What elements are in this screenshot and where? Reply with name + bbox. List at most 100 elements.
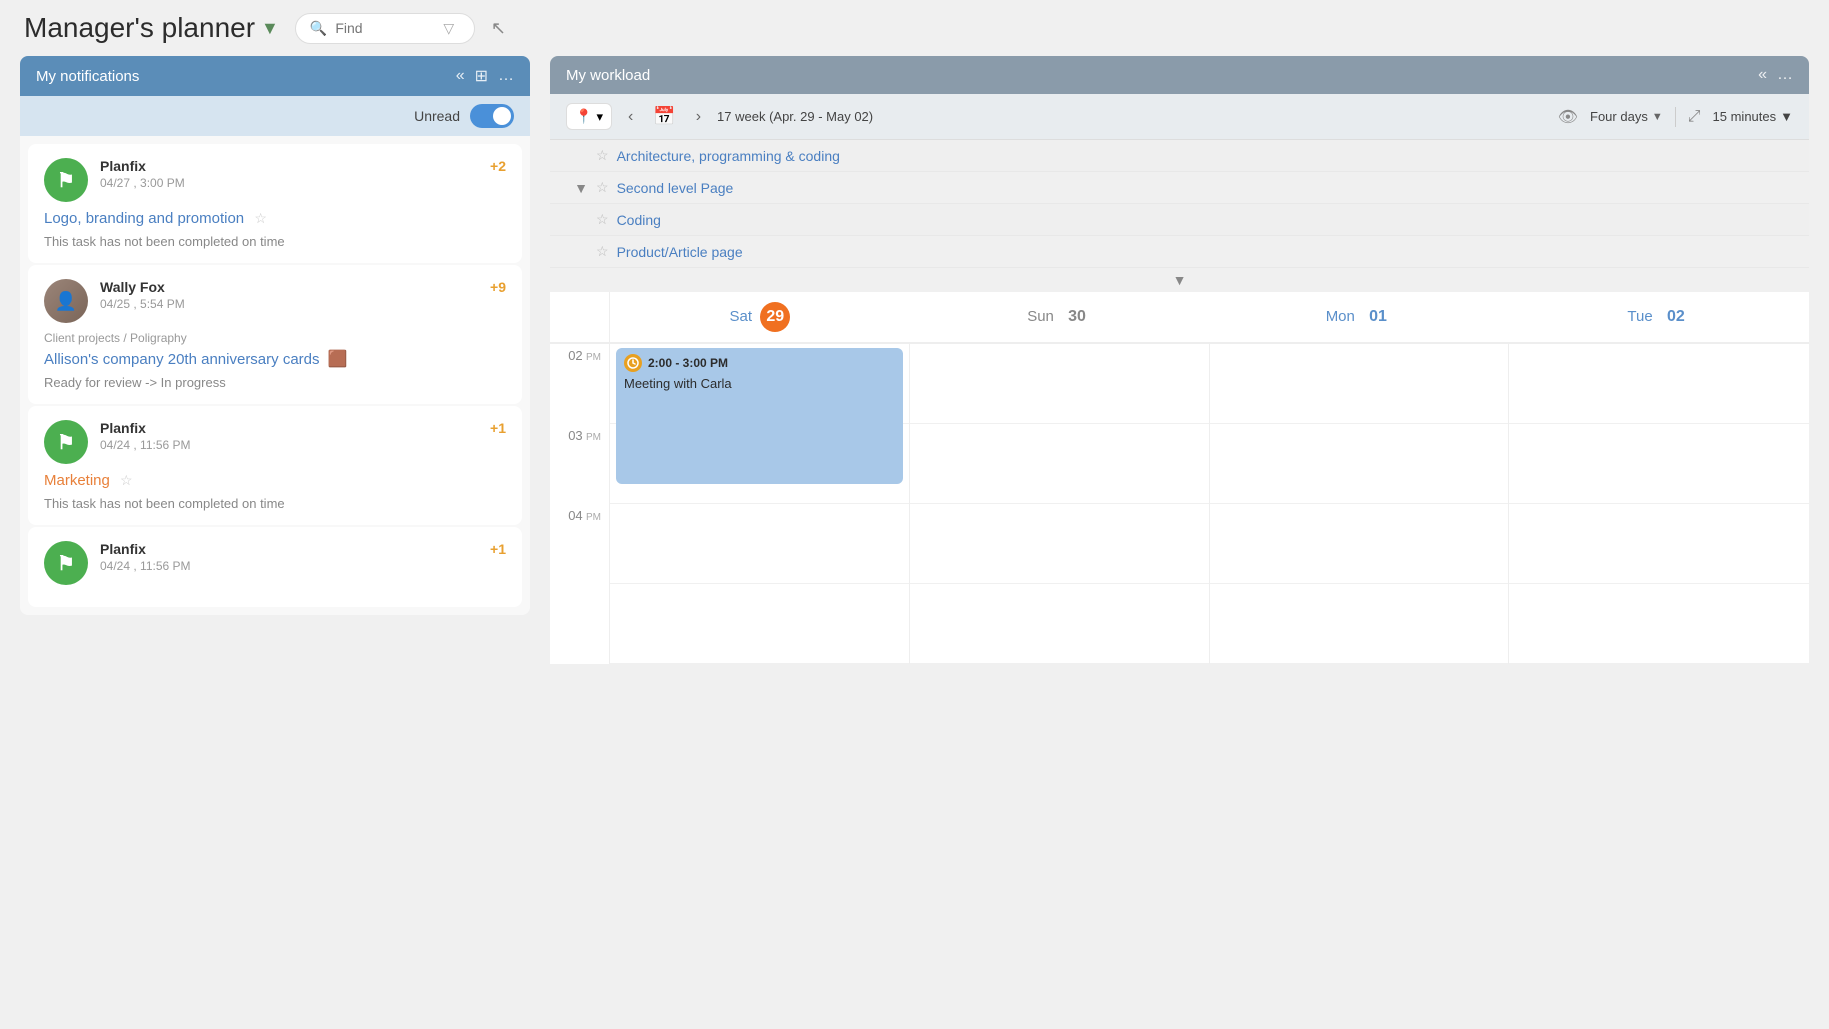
- unread-toggle[interactable]: [470, 104, 514, 128]
- notifications-list: ⚑ Planfix 04/27 , 3:00 PM +2 Logo, brand…: [20, 136, 530, 615]
- star-3[interactable]: ☆: [120, 472, 133, 488]
- task-row-3: ☆ Coding: [550, 204, 1809, 236]
- time-1: 04/27 , 3:00 PM: [100, 176, 478, 190]
- view-dropdown-icon: ▼: [1652, 111, 1663, 123]
- unread-bar: Unread: [20, 96, 530, 136]
- toolbar-divider: [1675, 107, 1676, 127]
- app-title-text: Manager's planner: [24, 12, 255, 44]
- day-num-sat: 29: [760, 302, 790, 332]
- location-dropdown: ▾: [596, 109, 603, 125]
- next-week-button[interactable]: ›: [692, 104, 705, 130]
- day-cell-sat-4: [610, 584, 909, 664]
- notification-meta-4: Planfix 04/24 , 11:56 PM: [100, 541, 478, 573]
- workload-toolbar: 📍 ▾ ‹ 📅 › 17 week (Apr. 29 - May 02) 👁 F…: [550, 94, 1809, 140]
- task-row-2: ▼ ☆ Second level Page: [550, 172, 1809, 204]
- notification-card-2: 👤 Wally Fox 04/25 , 5:54 PM +9 Client pr…: [28, 265, 522, 404]
- cal-header-mon: Mon 01: [1210, 292, 1510, 342]
- task-link-1[interactable]: Logo, branding and promotion ☆: [44, 210, 267, 227]
- notification-card-3: ⚑ Planfix 04/24 , 11:56 PM +1 Marketing …: [28, 406, 522, 525]
- cursor-indicator: ↖: [491, 18, 506, 39]
- calendar-body: 02 PM 03 PM 04 PM: [550, 344, 1809, 664]
- event-title-1: Meeting with Carla: [624, 376, 895, 391]
- location-button[interactable]: 📍 ▾: [566, 103, 612, 130]
- search-icon: 🔍: [310, 20, 327, 37]
- app-title-dropdown-icon[interactable]: ▼: [261, 18, 279, 39]
- time-selector[interactable]: 15 minutes ▼: [1713, 109, 1793, 124]
- time-col-header: [550, 292, 610, 342]
- notifications-header: My notifications « ⊞ …: [20, 56, 530, 96]
- badge-2: +9: [490, 279, 506, 295]
- collapse-task-rows-button[interactable]: ▼: [1173, 272, 1187, 288]
- time-label-02: 02 PM: [568, 348, 601, 363]
- task-link-2[interactable]: Allison's company 20th anniversary cards…: [44, 351, 348, 368]
- eye-icon: 👁: [1558, 107, 1578, 127]
- notification-card-1: ⚑ Planfix 04/27 , 3:00 PM +2 Logo, brand…: [28, 144, 522, 263]
- task-name-3[interactable]: Coding: [617, 212, 661, 228]
- event-block-1[interactable]: 2:00 - 3:00 PM Meeting with Carla: [616, 348, 903, 484]
- collapse-row: ▼: [550, 268, 1809, 292]
- location-icon: 📍: [575, 108, 592, 125]
- view-selector[interactable]: Four days ▼: [1590, 109, 1663, 124]
- avatar-planfix-4: ⚑: [44, 541, 88, 585]
- time-3: 04/24 , 11:56 PM: [100, 438, 478, 452]
- task-star-3[interactable]: ☆: [596, 211, 609, 228]
- notification-header-1: ⚑ Planfix 04/27 , 3:00 PM +2: [44, 158, 506, 202]
- time-dropdown-icon: ▼: [1780, 109, 1793, 124]
- task-rows: ☆ Architecture, programming & coding ▼ ☆…: [550, 140, 1809, 268]
- app-title: Manager's planner ▼: [24, 12, 279, 44]
- path-2: Client projects / Poligraphy: [44, 331, 506, 345]
- notification-header-3: ⚑ Planfix 04/24 , 11:56 PM +1: [44, 420, 506, 464]
- task-star-2[interactable]: ☆: [596, 179, 609, 196]
- time-label-03: 03 PM: [568, 428, 601, 443]
- task-star-1[interactable]: ☆: [596, 147, 609, 164]
- notifications-panel: My notifications « ⊞ … Unread ⚑ Planfix: [20, 56, 530, 664]
- time-label: 15 minutes: [1713, 109, 1777, 124]
- search-input[interactable]: [335, 20, 435, 36]
- view-label: Four days: [1590, 109, 1648, 124]
- event-time-text: 2:00 - 3:00 PM: [648, 356, 728, 370]
- task-link-3[interactable]: Marketing ☆: [44, 472, 133, 489]
- workload-panel: My workload « … 📍 ▾ ‹ 📅 › 17 week (Apr. …: [550, 56, 1809, 664]
- day-cell-sat-3: [610, 504, 909, 584]
- workload-title: My workload: [566, 67, 650, 84]
- workload-header: My workload « …: [550, 56, 1809, 94]
- desc-2: Ready for review -> In progress: [44, 375, 506, 390]
- notifications-collapse-icon[interactable]: «: [456, 67, 465, 85]
- calendar-section: Sat 29 Sun 30 Mon 01 Tue 02: [550, 292, 1809, 664]
- day-col-sun: [910, 344, 1210, 664]
- day-num-tue: 02: [1661, 302, 1691, 332]
- badge-1: +2: [490, 158, 506, 174]
- day-cell-sun-2: [910, 424, 1209, 504]
- day-label-mon: Mon: [1326, 308, 1355, 325]
- workload-header-actions: « …: [1758, 66, 1793, 84]
- badge-3: +1: [490, 420, 506, 436]
- star-1[interactable]: ☆: [254, 210, 267, 226]
- avatar-wally: 👤: [44, 279, 88, 323]
- desc-1: This task has not been completed on time: [44, 234, 506, 249]
- workload-more-icon[interactable]: …: [1777, 66, 1793, 84]
- expand-icon: ⤢: [1688, 108, 1701, 126]
- task-name-1[interactable]: Architecture, programming & coding: [617, 148, 840, 164]
- notifications-more-icon[interactable]: …: [498, 67, 514, 85]
- day-cell-sun-1: [910, 344, 1209, 424]
- filter-icon[interactable]: ▽: [443, 20, 454, 37]
- day-num-mon: 01: [1363, 302, 1393, 332]
- notifications-title: My notifications: [36, 68, 139, 85]
- prev-week-button[interactable]: ‹: [624, 104, 637, 130]
- task-name-2[interactable]: Second level Page: [617, 180, 734, 196]
- notification-meta-1: Planfix 04/27 , 3:00 PM: [100, 158, 478, 190]
- notifications-grid-icon[interactable]: ⊞: [475, 66, 488, 86]
- calendar-button[interactable]: 📅: [649, 102, 679, 131]
- event-time-row: 2:00 - 3:00 PM: [624, 354, 895, 372]
- day-cell-sun-3: [910, 504, 1209, 584]
- main-layout: My notifications « ⊞ … Unread ⚑ Planfix: [0, 56, 1829, 664]
- sender-2: Wally Fox: [100, 279, 478, 295]
- expand-btn-2[interactable]: ▼: [566, 180, 596, 196]
- day-cell-mon-1: [1210, 344, 1509, 424]
- workload-collapse-icon[interactable]: «: [1758, 66, 1767, 84]
- task-star-4[interactable]: ☆: [596, 243, 609, 260]
- day-label-tue: Tue: [1627, 308, 1652, 325]
- day-label-sat: Sat: [730, 308, 753, 325]
- task-name-4[interactable]: Product/Article page: [617, 244, 743, 260]
- calendar-header-row: Sat 29 Sun 30 Mon 01 Tue 02: [550, 292, 1809, 344]
